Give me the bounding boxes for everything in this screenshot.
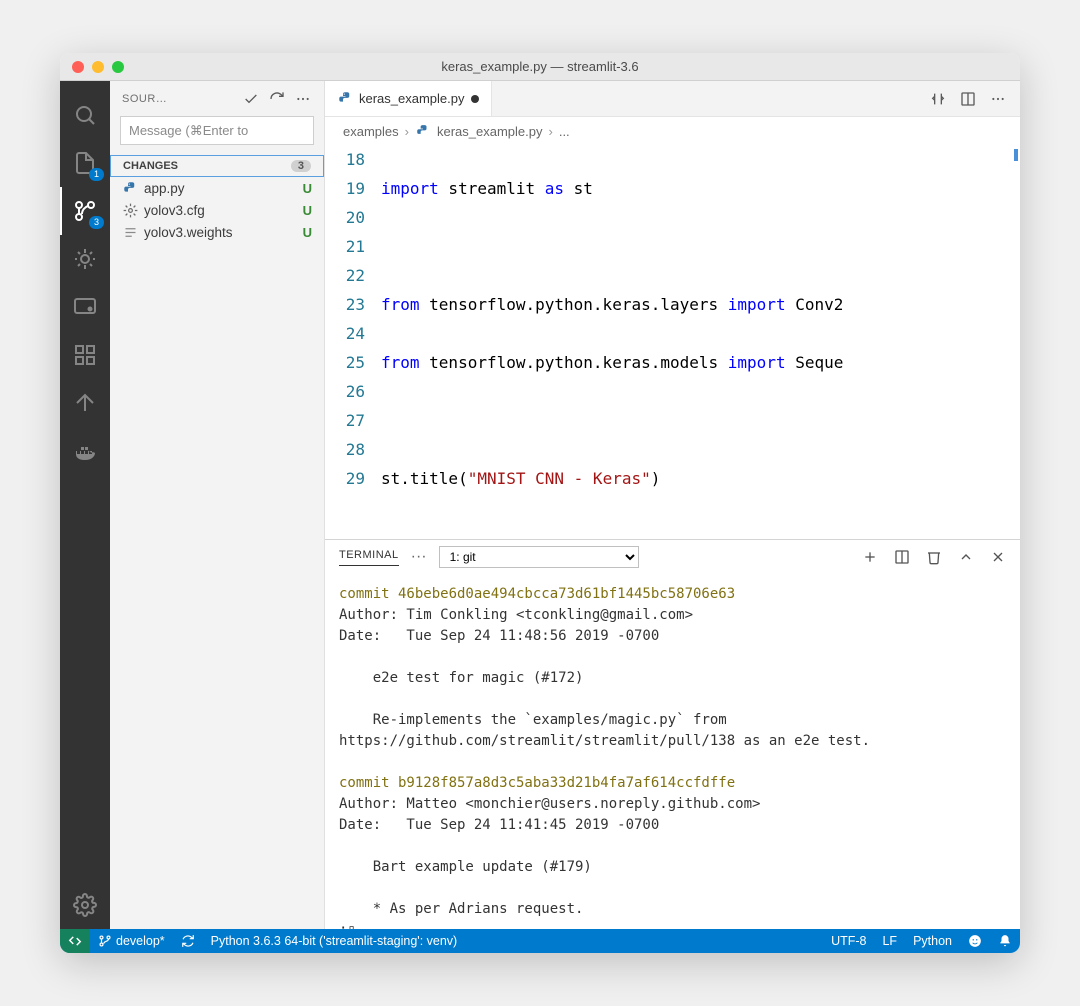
text-file-icon — [122, 224, 138, 240]
line-number-gutter: 181920212223242526272829 — [325, 145, 381, 539]
change-item[interactable]: app.py U — [110, 177, 324, 199]
sync-indicator[interactable] — [173, 929, 203, 953]
refresh-icon[interactable] — [268, 90, 286, 108]
file-status: U — [303, 225, 312, 240]
close-window-button[interactable] — [72, 61, 84, 73]
config-file-icon — [122, 202, 138, 218]
sidebar-header: SOUR… — [110, 81, 324, 116]
encoding-indicator[interactable]: UTF-8 — [823, 929, 874, 953]
python-file-icon — [415, 123, 431, 139]
settings-gear-icon[interactable] — [60, 881, 110, 929]
code-editor[interactable]: 181920212223242526272829 import streamli… — [325, 145, 1020, 539]
changes-section-header[interactable]: CHANGES 3 — [110, 155, 324, 177]
code-content[interactable]: import streamlit as st from tensorflow.p… — [381, 145, 1020, 539]
chevron-right-icon: › — [405, 124, 409, 139]
terminal-selector[interactable]: 1: git — [439, 546, 639, 568]
python-file-icon — [122, 180, 138, 196]
breadcrumb[interactable]: examples › keras_example.py › ... — [325, 117, 1020, 145]
terminal-tab[interactable]: TERMINAL — [339, 549, 399, 566]
tab-actions — [916, 81, 1020, 116]
explorer-badge: 1 — [89, 168, 104, 181]
scm-badge: 3 — [89, 216, 104, 229]
chevron-right-icon: › — [548, 124, 552, 139]
changes-count-badge: 3 — [291, 160, 311, 172]
minimize-window-button[interactable] — [92, 61, 104, 73]
main-area: 1 3 — [60, 81, 1020, 929]
commit-message-box — [120, 116, 314, 145]
debug-icon[interactable] — [60, 235, 110, 283]
file-name: app.py — [144, 181, 297, 196]
language-indicator[interactable]: Python — [905, 929, 960, 953]
eol-indicator[interactable]: LF — [874, 929, 905, 953]
search-icon[interactable] — [60, 91, 110, 139]
commit-message-input[interactable] — [120, 116, 314, 145]
tab-filename: keras_example.py — [359, 91, 465, 106]
tabbar: keras_example.py — [325, 81, 1020, 117]
notifications-icon[interactable] — [990, 929, 1020, 953]
extensions-icon[interactable] — [60, 331, 110, 379]
maximize-window-button[interactable] — [112, 61, 124, 73]
window-title: keras_example.py — streamlit-3.6 — [60, 59, 1020, 74]
terminal-more-icon[interactable]: ··· — [411, 548, 427, 566]
close-panel-icon[interactable] — [990, 549, 1006, 565]
split-terminal-icon[interactable] — [894, 549, 910, 565]
kill-terminal-icon[interactable] — [926, 549, 942, 565]
breadcrumb-segment[interactable]: examples — [343, 124, 399, 139]
tab-dirty-indicator — [471, 95, 479, 103]
compare-changes-icon[interactable] — [930, 91, 946, 107]
minimap-indicator — [1014, 149, 1018, 161]
statusbar: develop* Python 3.6.3 64-bit ('streamlit… — [60, 929, 1020, 953]
activity-bar: 1 3 — [60, 81, 110, 929]
source-control-icon[interactable]: 3 — [60, 187, 110, 235]
commit-check-icon[interactable] — [242, 90, 260, 108]
editor-area: keras_example.py examples › keras_exampl… — [325, 81, 1020, 929]
maximize-panel-icon[interactable] — [958, 549, 974, 565]
branch-indicator[interactable]: develop* — [90, 929, 173, 953]
breadcrumb-segment[interactable]: ... — [559, 124, 570, 139]
file-name: yolov3.cfg — [144, 203, 297, 218]
file-name: yolov3.weights — [144, 225, 297, 240]
terminal-output[interactable]: commit 46bebe6d0ae494cbcca73d61bf1445bc5… — [325, 574, 1020, 929]
file-status: U — [303, 203, 312, 218]
split-editor-icon[interactable] — [960, 91, 976, 107]
changes-label: CHANGES — [123, 160, 178, 172]
titlebar: keras_example.py — streamlit-3.6 — [60, 53, 1020, 81]
remote-indicator[interactable] — [60, 929, 90, 953]
terminal-header: TERMINAL ··· 1: git — [325, 540, 1020, 574]
change-item[interactable]: yolov3.cfg U — [110, 199, 324, 221]
terminal-actions — [862, 549, 1006, 565]
terminal-panel: TERMINAL ··· 1: git commit 46bebe6d0ae49… — [325, 539, 1020, 929]
change-item[interactable]: yolov3.weights U — [110, 221, 324, 243]
file-status: U — [303, 181, 312, 196]
sidebar: SOUR… CHANGES 3 — [110, 81, 325, 929]
new-terminal-icon[interactable] — [862, 549, 878, 565]
python-interpreter[interactable]: Python 3.6.3 64-bit ('streamlit-staging'… — [203, 929, 466, 953]
explorer-icon[interactable]: 1 — [60, 139, 110, 187]
sidebar-title: SOUR… — [122, 93, 234, 105]
docker-icon[interactable] — [60, 427, 110, 475]
breadcrumb-segment[interactable]: keras_example.py — [437, 124, 543, 139]
vscode-window: keras_example.py — streamlit-3.6 1 3 — [60, 53, 1020, 953]
traffic-lights — [72, 61, 124, 73]
remote-icon[interactable] — [60, 283, 110, 331]
editor-tab[interactable]: keras_example.py — [325, 81, 492, 116]
live-share-icon[interactable] — [60, 379, 110, 427]
feedback-icon[interactable] — [960, 929, 990, 953]
python-file-icon — [337, 91, 353, 107]
more-actions-icon[interactable] — [294, 90, 312, 108]
more-editor-actions-icon[interactable] — [990, 91, 1006, 107]
